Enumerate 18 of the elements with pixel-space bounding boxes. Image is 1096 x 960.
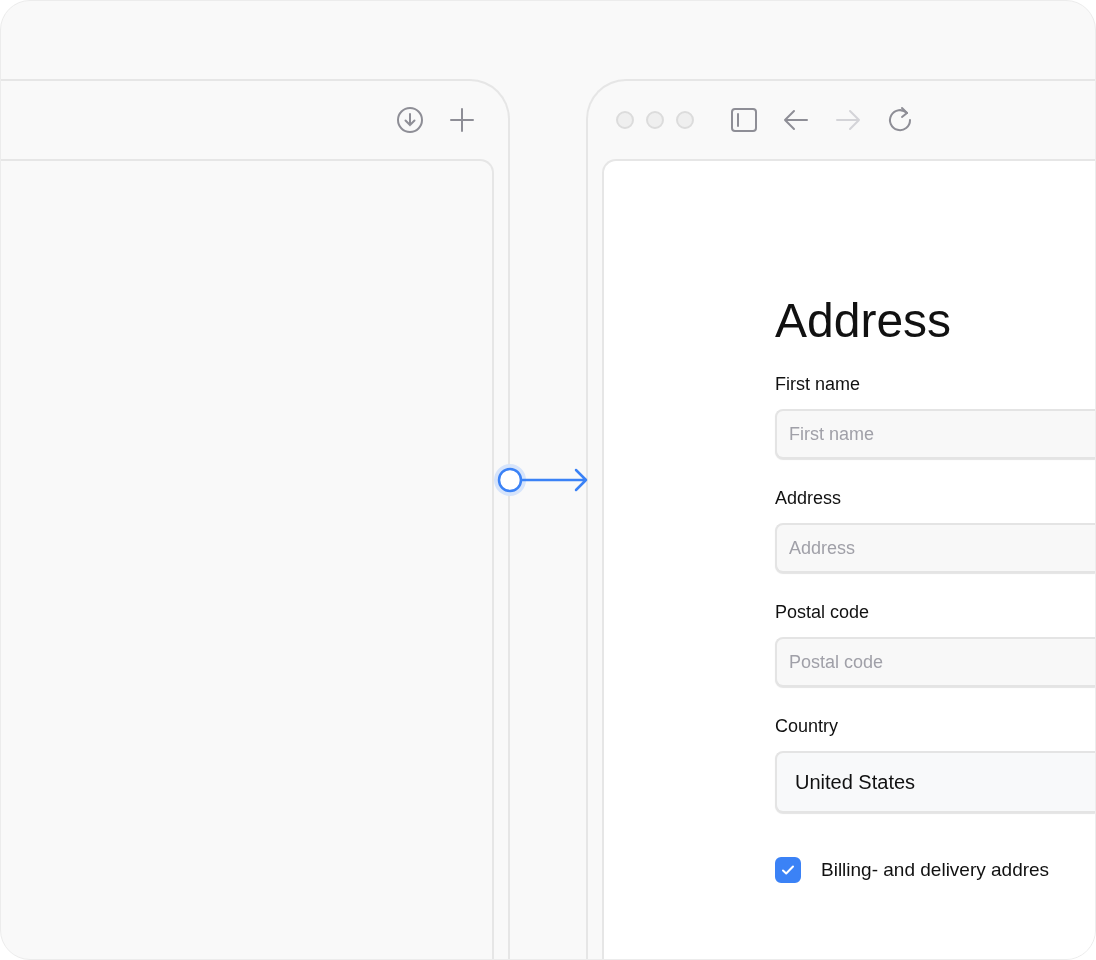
country-select[interactable]: United States [775, 751, 1095, 813]
form-title: Address [775, 293, 953, 349]
window-control-dot[interactable] [616, 111, 634, 129]
input-field[interactable]: First name [775, 409, 1095, 459]
window-control-dot[interactable] [646, 111, 664, 129]
field-label: First name [775, 373, 862, 395]
field-label: Postal code [775, 601, 871, 623]
checkbox-label: Billing- and delivery addres [821, 859, 1050, 881]
field-label: Address [775, 487, 843, 509]
reload-icon[interactable] [886, 106, 914, 134]
sidebar-icon[interactable] [730, 106, 758, 134]
field-label: Country [775, 715, 840, 737]
download-icon[interactable] [396, 106, 424, 134]
input-field[interactable]: Postal code [775, 637, 1095, 687]
input-field[interactable]: Address [775, 523, 1095, 573]
checkbox[interactable] [775, 857, 801, 883]
window-control-dot[interactable] [676, 111, 694, 129]
plus-icon[interactable] [448, 106, 476, 134]
